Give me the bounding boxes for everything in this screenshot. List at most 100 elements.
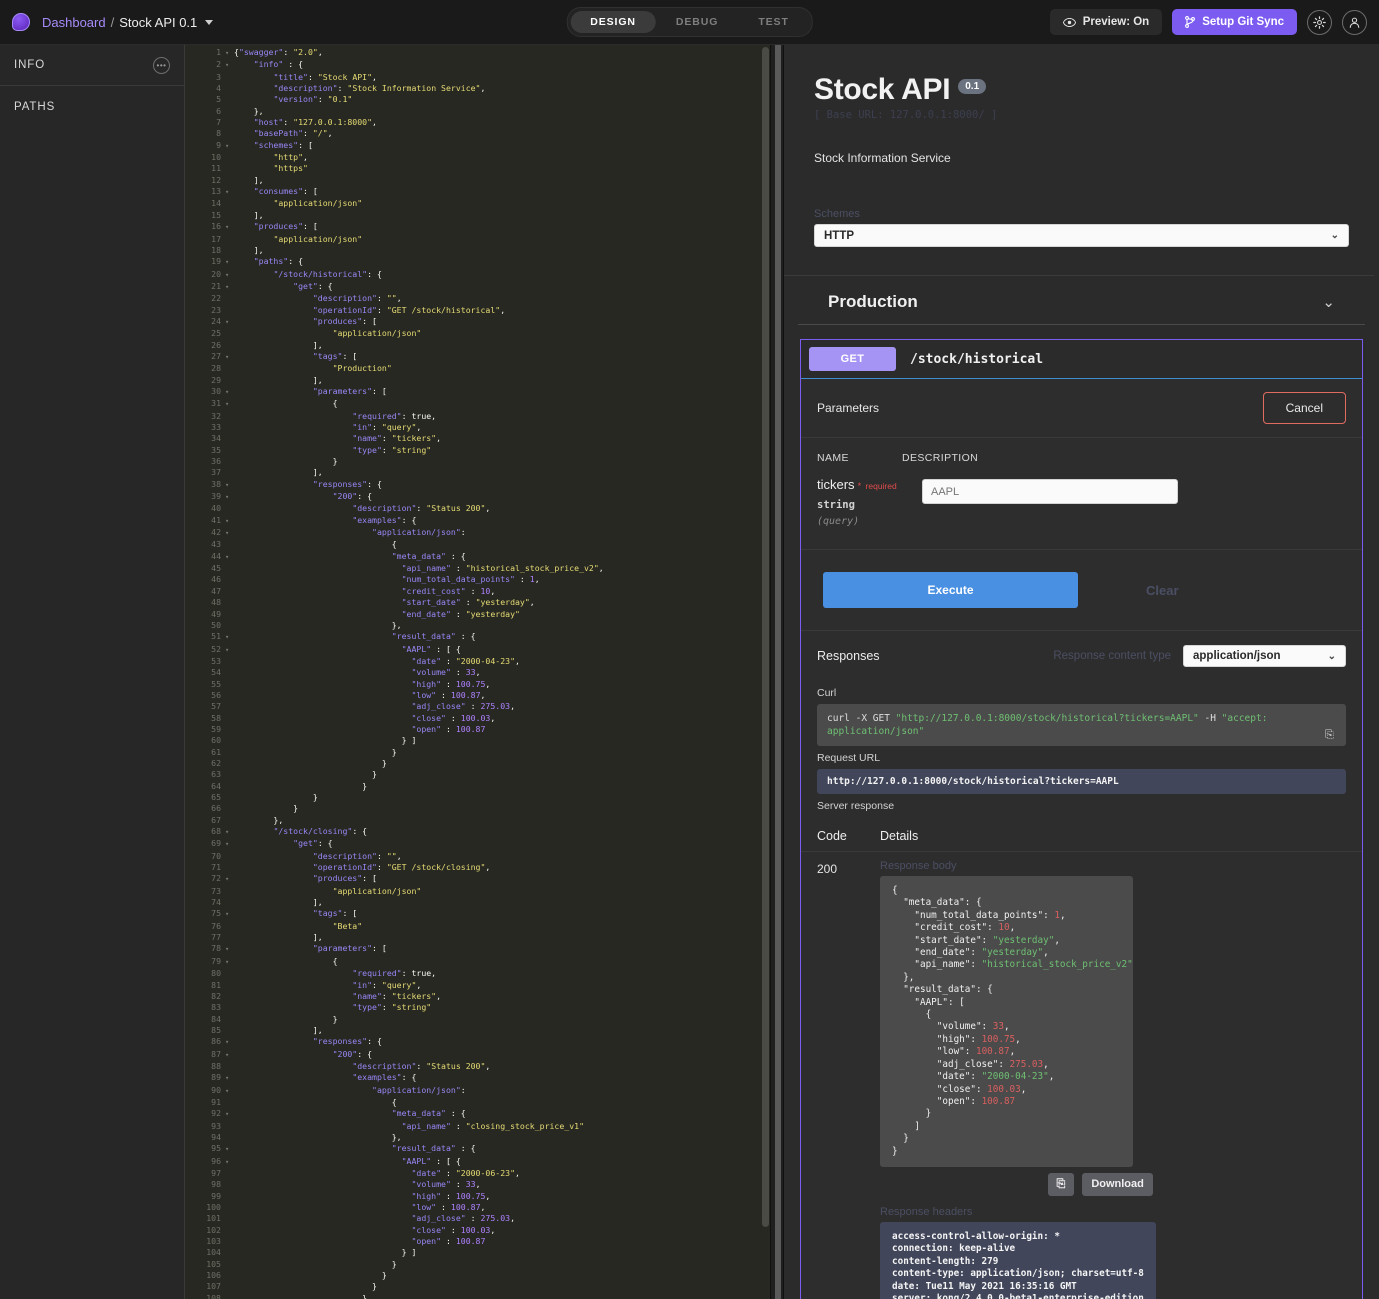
code-line: 27 ▾ "tags": [ — [211, 350, 358, 361]
code-line: 80 "required": true, — [211, 968, 437, 979]
code-line: 52 ▾ "AAPL" : [ { — [211, 643, 461, 654]
code-line: 65 } — [211, 792, 318, 802]
code-line: 84 } — [211, 1013, 338, 1024]
preview-header: Stock API 0.1 [ Base URL: 127.0.0.1:8000… — [784, 45, 1379, 247]
response-body-box[interactable]: { "meta_data": { "num_total_data_points"… — [880, 876, 1133, 1167]
preview-scrollbar[interactable] — [1374, 45, 1379, 1299]
settings-button[interactable] — [1307, 9, 1332, 35]
response-content-type-select[interactable]: application/json ⌄ — [1183, 645, 1346, 667]
code-line: 85 ], — [211, 1024, 323, 1035]
copy-response-button[interactable]: ⎘ — [1047, 1172, 1075, 1196]
code-line: 18 ], — [211, 244, 264, 255]
code-line: 78 ▾ "parameters": [ — [211, 943, 387, 954]
panel-splitter[interactable] — [770, 45, 784, 1299]
parameter-meta: tickers * required string (query) — [817, 476, 902, 527]
chevron-down-icon: ⌄ — [1330, 230, 1339, 241]
response-headers-box: access-control-allow-origin: * connectio… — [880, 1221, 1156, 1299]
tab-debug[interactable]: DEBUG — [656, 11, 738, 33]
code-line: 93 "api_name" : "closing_stock_price_v1" — [211, 1120, 585, 1131]
column-name: NAME — [817, 452, 849, 464]
breadcrumb-dashboard[interactable]: Dashboard — [42, 15, 106, 30]
code-line: 55 "high" : 100.75, — [211, 678, 491, 689]
code-line: 77 ], — [211, 932, 323, 943]
cancel-button[interactable]: Cancel — [1262, 392, 1346, 424]
code-line: 98 "volume" : 33, — [211, 1179, 481, 1190]
code-line: 40 "description": "Status 200", — [211, 503, 491, 514]
code-line: 108 } — [206, 1292, 368, 1299]
execute-button[interactable]: Execute — [823, 572, 1078, 608]
base-url-text: [ Base URL: 127.0.0.1:8000/ ] — [814, 109, 998, 121]
code-line: 39 ▾ "200": { — [211, 491, 373, 502]
column-code: Code — [817, 829, 847, 843]
tab-design[interactable]: DESIGN — [570, 11, 656, 33]
code-line: 11 "https" — [211, 163, 308, 174]
code-line: 25 "application/json" — [211, 328, 422, 339]
response-body-label: Response body — [880, 860, 957, 872]
sidebar: INFO ••• PATHS — [0, 45, 185, 1299]
schemes-label: Schemes — [814, 208, 860, 220]
curl-command-box[interactable]: curl -X GET "http://127.0.0.1:8000/stock… — [817, 704, 1346, 746]
code-line: 32 "required": true, — [211, 410, 437, 421]
code-line: 2 ▾ "info" : { — [216, 59, 304, 70]
request-url-box: http://127.0.0.1:8000/stock/historical?t… — [817, 769, 1346, 794]
ellipsis-icon[interactable]: ••• — [153, 56, 170, 74]
download-response-button[interactable]: Download — [1082, 1172, 1153, 1196]
code-content[interactable]: 1 ▾ {"swagger": "2.0", 2 ▾ "info" : {3 "titl… — [185, 45, 770, 1299]
tickers-input[interactable] — [922, 479, 1178, 504]
code-line: 92 ▾ "meta_data" : { — [211, 1108, 466, 1119]
tag-name: Production — [828, 292, 918, 311]
editor-scrollbar-thumb[interactable] — [762, 47, 769, 1227]
code-line: 43 { — [211, 539, 397, 550]
code-line: 99 "high" : 100.75, — [211, 1190, 491, 1201]
preview-toggle-label: Preview: On — [1082, 16, 1150, 28]
sidebar-item-paths[interactable]: PATHS — [0, 86, 184, 127]
code-line: 90 ▾ "application/json": — [211, 1084, 466, 1095]
account-button[interactable] — [1342, 9, 1367, 35]
chevron-down-icon[interactable]: ⌄ — [1322, 293, 1335, 311]
code-line: 47 "credit_cost" : 10, — [211, 585, 496, 596]
code-line: 46 "num_total_data_points" : 1, — [211, 574, 540, 585]
code-line: 62 } — [211, 757, 387, 768]
code-line: 29 ], — [211, 374, 323, 385]
swagger-preview-panel: Stock API 0.1 [ Base URL: 127.0.0.1:8000… — [784, 45, 1379, 1299]
code-line: 57 "adj_close" : 275.03, — [211, 701, 516, 712]
code-line: 35 "type": "string" — [211, 444, 432, 455]
user-icon — [1349, 17, 1360, 28]
code-line: 1 ▾ {"swagger": "2.0", — [216, 47, 323, 57]
code-line: 53 "date" : "2000-04-23", — [211, 655, 520, 666]
code-line: 104 } ] — [206, 1247, 417, 1258]
editor-scrollbar[interactable] — [761, 45, 770, 1299]
breadcrumb-current-doc[interactable]: Stock API 0.1 — [119, 15, 197, 30]
code-line: 31 ▾ { — [211, 398, 338, 409]
code-line: 61 } — [211, 746, 397, 757]
code-line: 6 }, — [216, 105, 264, 116]
code-line: 86 ▾ "responses": { — [211, 1036, 382, 1047]
tab-test[interactable]: TEST — [738, 11, 808, 33]
schemes-select[interactable]: HTTP ⌄ — [814, 224, 1349, 247]
sidebar-item-info[interactable]: INFO ••• — [0, 45, 184, 86]
execute-row: Execute Clear — [801, 550, 1362, 631]
clipboard-icon[interactable]: ⎘ — [1325, 728, 1338, 741]
chevron-down-icon[interactable] — [205, 19, 214, 25]
setup-git-sync-button[interactable]: Setup Git Sync — [1172, 9, 1297, 35]
app-logo[interactable] — [12, 13, 30, 31]
code-line: 19 ▾ "paths": { — [211, 256, 304, 267]
code-line: 68 ▾ "/stock/closing": { — [211, 826, 368, 837]
code-line: 54 "volume" : 33, — [211, 667, 481, 678]
preview-toggle-button[interactable]: Preview: On — [1049, 9, 1163, 35]
code-line: 64 } — [211, 780, 368, 791]
responses-title: Responses — [817, 649, 880, 663]
code-line: 33 "in": "query", — [211, 422, 422, 432]
clear-button[interactable]: Clear — [1146, 583, 1179, 598]
code-line: 37 ], — [211, 467, 323, 478]
server-response-label: Server response — [817, 800, 895, 812]
spec-code-editor[interactable]: 1 ▾ {"swagger": "2.0", 2 ▾ "info" : {3 "titl… — [185, 45, 770, 1299]
code-line: 16 ▾ "produces": [ — [211, 221, 318, 232]
response-headers-label: Response headers — [880, 1205, 973, 1218]
panel-splitter-handle[interactable] — [775, 45, 781, 1299]
operation-block: GET /stock/historical Parameters Cancel … — [800, 339, 1363, 1299]
tag-section-header[interactable]: Production ⌄ — [798, 276, 1365, 325]
code-line: 79 ▾ { — [211, 955, 338, 966]
operation-header[interactable]: GET /stock/historical — [801, 340, 1362, 378]
code-line: 41 ▾ "examples": { — [211, 514, 417, 525]
